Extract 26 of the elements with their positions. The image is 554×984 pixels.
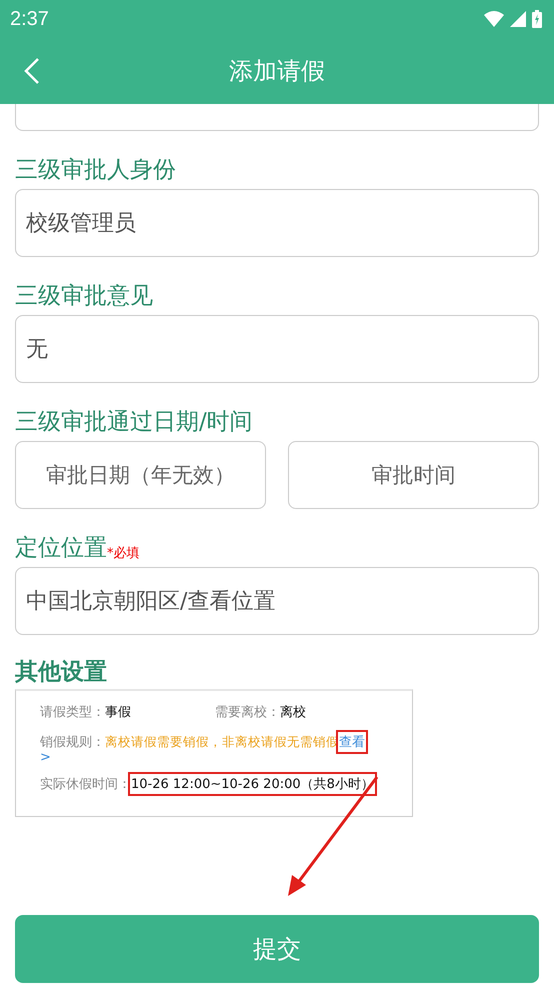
page-title: 添加请假 xyxy=(229,56,325,87)
back-icon[interactable] xyxy=(24,57,40,85)
chevron-link[interactable]: > xyxy=(40,750,51,764)
signal-icon xyxy=(510,11,526,27)
input-field[interactable]: 无 xyxy=(15,315,539,383)
time-label: 实际休假时间： xyxy=(40,776,131,793)
field-label: 三级审批人身份 xyxy=(15,156,177,185)
required-mark: *必填 xyxy=(107,545,140,563)
date-field[interactable]: 审批日期（年无效） xyxy=(15,441,266,509)
time-value: 10-26 12:00~10-26 20:00（共8小时） xyxy=(131,775,374,793)
battery-icon xyxy=(532,10,542,28)
section-title: 其他设置 xyxy=(15,658,108,687)
field-label: 三级审批意见 xyxy=(15,282,154,311)
time-field[interactable]: 审批时间 xyxy=(288,441,539,509)
input-field[interactable]: 校级管理员 xyxy=(15,189,539,257)
location-field[interactable]: 中国北京朝阳区/查看位置 xyxy=(15,567,539,635)
leave-type-label: 请假类型： xyxy=(40,704,105,721)
field-label: 三级审批通过日期/时间 xyxy=(15,408,254,437)
field-label: 定位位置 xyxy=(15,534,107,563)
status-time: 2:37 xyxy=(10,8,49,30)
leave-school-label: 需要离校： xyxy=(215,704,280,721)
wifi-icon xyxy=(484,11,504,27)
leave-school-value: 离校 xyxy=(280,704,306,721)
rule-label: 销假规则： xyxy=(40,734,105,751)
view-link[interactable]: 查看 xyxy=(339,733,365,751)
leave-type-value: 事假 xyxy=(105,704,132,721)
